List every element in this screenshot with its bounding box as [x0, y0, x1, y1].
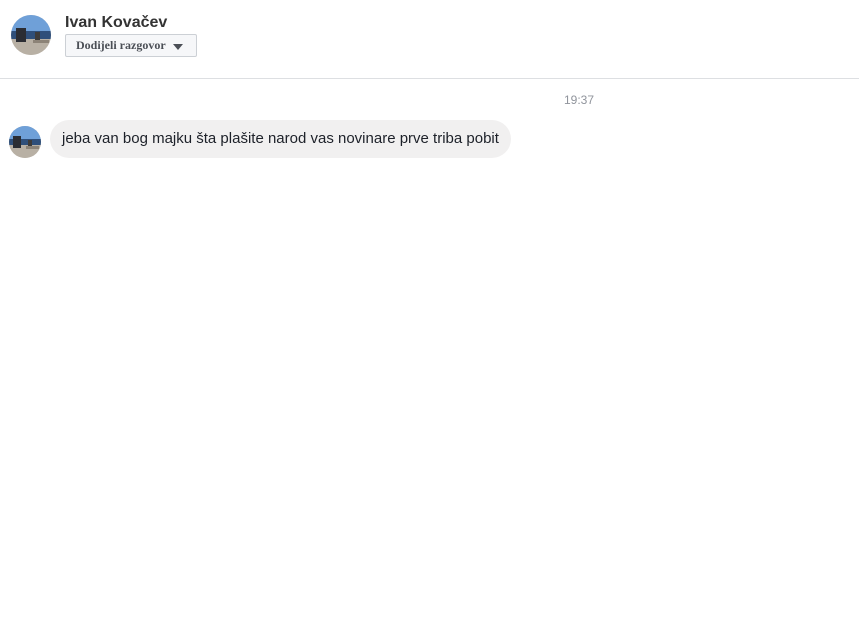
contact-name: Ivan Kovačev	[65, 14, 168, 31]
sender-photo-image	[9, 126, 41, 158]
message-timestamp: 19:37	[564, 93, 595, 107]
sender-avatar[interactable]	[9, 126, 41, 158]
contact-photo-image	[11, 15, 51, 55]
contact-avatar[interactable]	[11, 15, 51, 55]
assign-conversation-label: Dodijeli razgovor	[76, 38, 166, 52]
assign-conversation-button[interactable]: Dodijeli razgovor	[65, 34, 197, 57]
caret-down-icon	[173, 44, 183, 50]
conversation-header: Ivan Kovačev Dodijeli razgovor	[0, 0, 859, 79]
message-bubble[interactable]: jeba van bog majku šta plašite narod vas…	[50, 120, 511, 158]
